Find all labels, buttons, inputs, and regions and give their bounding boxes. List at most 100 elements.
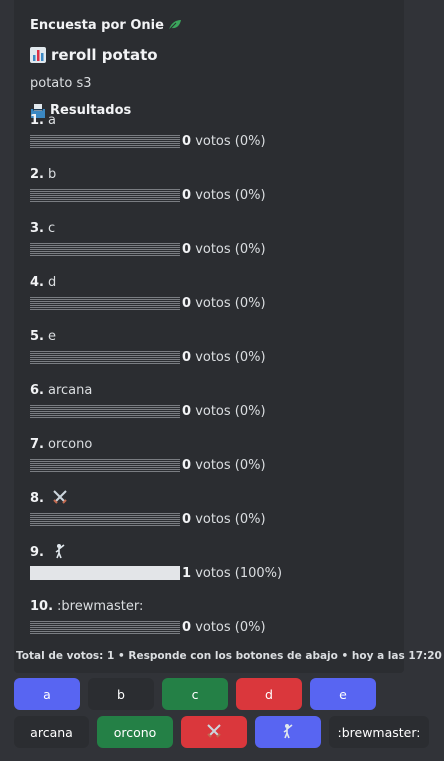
vote-count: 0 votos (0%) — [182, 296, 266, 311]
vote-percent: votos (0%) — [195, 403, 266, 419]
vote-button-orcono[interactable]: orcono — [97, 716, 173, 748]
poll-option: 5. e 0 votos (0%) — [30, 329, 390, 366]
vote-button-label: c — [191, 686, 199, 702]
vote-button-label: e — [339, 686, 347, 702]
poll-footer: Total de votos: 1 • Responde con los bot… — [16, 650, 442, 662]
vote-percent: votos (0%) — [195, 187, 266, 203]
option-result: 0 votos (0%) — [30, 510, 390, 528]
crossed-swords-icon — [206, 723, 222, 742]
poll-option: 10. :brewmaster: 0 votos (0%) — [30, 599, 390, 636]
vote-button-arcana[interactable]: arcana — [14, 716, 89, 748]
author-name: Encuesta por Onie — [30, 17, 164, 33]
vote-count: 0 votos (0%) — [182, 620, 266, 635]
progress-bar — [30, 620, 180, 634]
option-label: 1. a — [30, 113, 390, 129]
vote-button-label: :brewmaster: — [337, 724, 421, 740]
crossed-swords-icon — [52, 489, 68, 510]
vote-percent: votos (0%) — [195, 511, 266, 527]
option-text: c — [47, 221, 56, 236]
option-result: 0 votos (0%) — [30, 618, 390, 636]
vote-number: 0 — [182, 295, 192, 311]
vote-button[interactable] — [181, 716, 247, 748]
vote-button-b[interactable]: b — [88, 678, 154, 710]
poll-option: 7. orcono 0 votos (0%) — [30, 437, 390, 474]
option-result: 0 votos (0%) — [30, 348, 390, 366]
option-label: 5. e — [30, 329, 390, 345]
fencer-icon — [52, 543, 68, 564]
vote-button-brewmaster[interactable]: :brewmaster: — [329, 716, 429, 748]
vote-count: 0 votos (0%) — [182, 512, 266, 527]
option-label: 6. arcana — [30, 383, 390, 399]
option-number: 3. — [30, 221, 44, 236]
progress-bar — [30, 404, 180, 418]
vote-button-label: arcana — [30, 724, 73, 740]
vote-number: 0 — [182, 457, 192, 473]
poll-description: potato s3 — [30, 76, 92, 91]
option-result: 0 votos (0%) — [30, 186, 390, 204]
vote-number: 0 — [182, 349, 192, 365]
option-text: b — [47, 167, 57, 182]
vote-number: 1 — [182, 565, 192, 581]
option-text: e — [47, 329, 56, 344]
vote-number: 0 — [182, 133, 192, 149]
bar-chart-icon — [30, 47, 46, 63]
vote-count: 0 votos (0%) — [182, 458, 266, 473]
progress-bar — [30, 512, 180, 526]
option-label: 3. c — [30, 221, 390, 237]
vote-percent: votos (0%) — [195, 349, 266, 365]
vote-percent: votos (0%) — [195, 241, 266, 257]
vote-percent: votos (100%) — [195, 565, 283, 581]
option-label: 10. :brewmaster: — [30, 599, 390, 615]
option-label: 7. orcono — [30, 437, 390, 453]
poll-option: 1. a 0 votos (0%) — [30, 113, 390, 150]
option-result: 0 votos (0%) — [30, 402, 390, 420]
option-label: 9. — [30, 543, 390, 564]
vote-count: 0 votos (0%) — [182, 134, 266, 149]
vote-number: 0 — [182, 511, 192, 527]
vote-button-d[interactable]: d — [236, 678, 302, 710]
vote-number: 0 — [182, 187, 192, 203]
option-label: 8. — [30, 489, 390, 510]
fencer-icon — [280, 723, 296, 742]
option-text: d — [47, 275, 57, 290]
vote-button-label: b — [117, 686, 125, 702]
vote-button-label: d — [265, 686, 273, 702]
option-text: arcana — [47, 383, 93, 398]
option-result: 0 votos (0%) — [30, 132, 390, 150]
poll-title-text: reroll potato — [51, 46, 158, 64]
vote-button[interactable] — [255, 716, 321, 748]
poll-option: 9. 1 votos (100%) — [30, 543, 390, 582]
vote-percent: votos (0%) — [195, 295, 266, 311]
progress-bar — [30, 350, 180, 364]
vote-button-label: orcono — [113, 724, 157, 740]
poll-option: 6. arcana 0 votos (0%) — [30, 383, 390, 420]
option-number: 6. — [30, 383, 44, 398]
vote-count: 0 votos (0%) — [182, 188, 266, 203]
vote-number: 0 — [182, 241, 192, 257]
leaf-icon — [168, 20, 181, 31]
progress-bar — [30, 458, 180, 472]
poll-option: 2. b 0 votos (0%) — [30, 167, 390, 204]
progress-bar — [30, 188, 180, 202]
option-number: 8. — [30, 491, 44, 506]
vote-count: 0 votos (0%) — [182, 242, 266, 257]
vote-button-c[interactable]: c — [162, 678, 228, 710]
option-result: 0 votos (0%) — [30, 294, 390, 312]
poll-option: 8. 0 votos (0%) — [30, 489, 390, 528]
vote-button-label: a — [43, 686, 51, 702]
option-label: 2. b — [30, 167, 390, 183]
vote-button-e[interactable]: e — [310, 678, 376, 710]
option-number: 1. — [30, 113, 44, 128]
vote-button-a[interactable]: a — [14, 678, 80, 710]
option-text: a — [47, 113, 56, 128]
vote-percent: votos (0%) — [195, 457, 266, 473]
progress-bar — [30, 566, 180, 580]
vote-count: 1 votos (100%) — [182, 566, 282, 581]
poll-option: 3. c 0 votos (0%) — [30, 221, 390, 258]
option-number: 4. — [30, 275, 44, 290]
vote-count: 0 votos (0%) — [182, 350, 266, 365]
option-text: orcono — [47, 437, 93, 452]
poll-option: 4. d 0 votos (0%) — [30, 275, 390, 312]
vote-number: 0 — [182, 619, 192, 635]
option-number: 5. — [30, 329, 44, 344]
